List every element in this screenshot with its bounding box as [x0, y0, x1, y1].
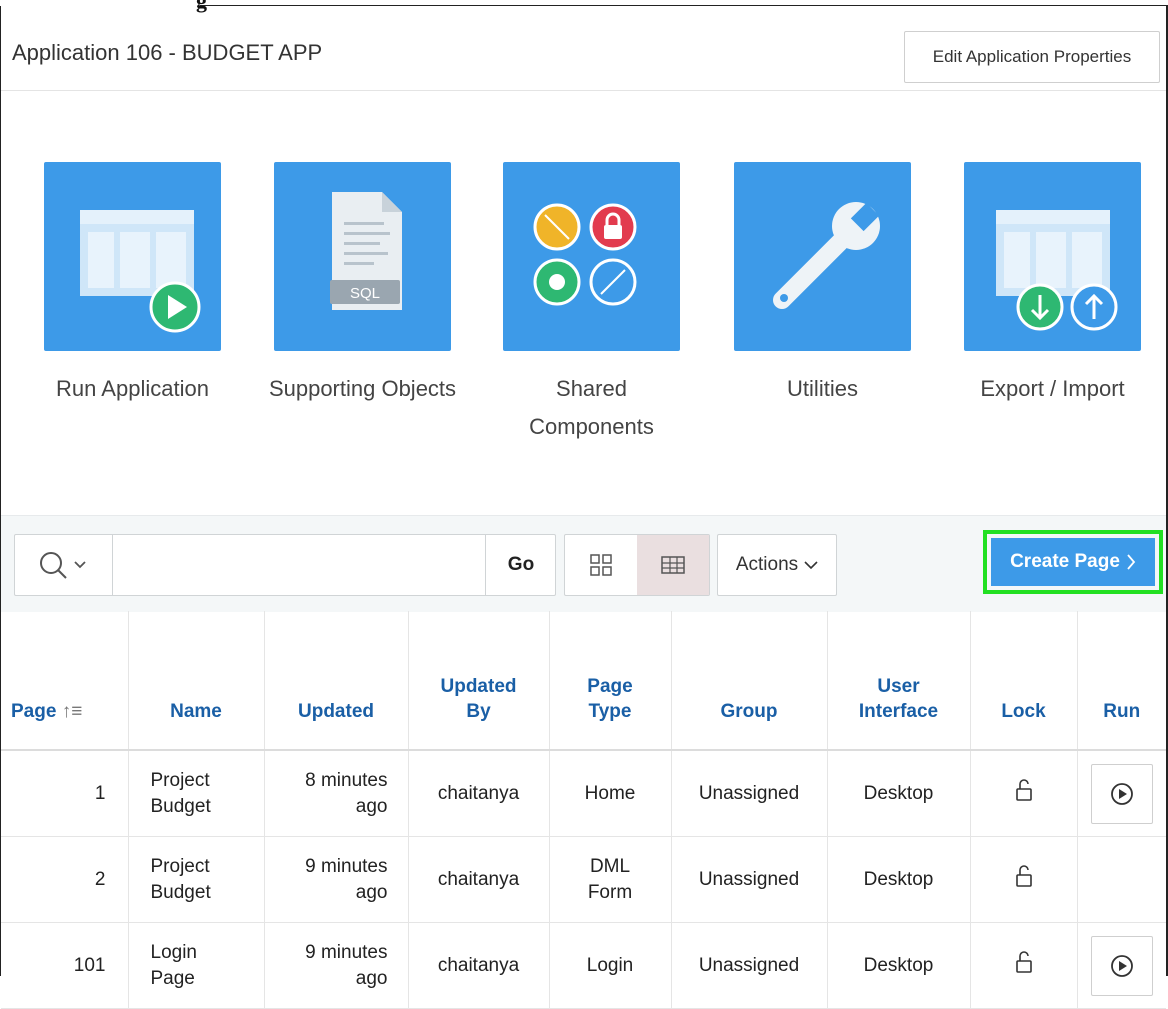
supporting-objects-tile[interactable]: SQL [274, 162, 451, 351]
column-header-page-type[interactable]: Page Type [549, 611, 672, 751]
page-name-link[interactable]: Project Budget [128, 836, 265, 923]
sql-badge-text: SQL [350, 285, 380, 302]
report-view-button[interactable] [637, 535, 709, 595]
export-import-label: Export / Import [980, 376, 1125, 401]
page-name-link[interactable]: Project Budget [128, 750, 265, 837]
play-icon [1110, 782, 1133, 805]
report-toolbar: Go Actions Create Page [1, 515, 1166, 612]
grid-view-icon [590, 554, 612, 576]
chevron-down-icon [804, 561, 818, 570]
run-cell [1077, 836, 1166, 923]
supporting-objects-label: Supporting Objects [268, 376, 457, 401]
utilities-label: Utilities [787, 376, 858, 401]
search-input[interactable] [113, 535, 487, 595]
shared-components-label-line2: Components [529, 414, 654, 439]
column-header-updated[interactable]: Updated [264, 611, 409, 751]
run-page-button[interactable] [1090, 763, 1153, 824]
page-number: 101 [1, 922, 129, 1009]
search-bar: Go [14, 534, 556, 596]
pages-table: Page ↑≡ Name Updated Updated By Page Type … [1, 611, 1166, 1009]
unlock-icon [1015, 778, 1032, 801]
table-row: 1 Project Budget 8 minutes ago chaitanya H… [1, 750, 1166, 837]
edit-application-properties-button[interactable]: Edit Application Properties [904, 31, 1160, 83]
actions-label: Actions [735, 554, 799, 575]
wrench-icon [773, 202, 880, 309]
page-title: Application 106 - BUDGET APP [12, 40, 323, 65]
page-type-cell: DML Form [549, 836, 672, 923]
view-toggle [564, 534, 710, 596]
go-button[interactable]: Go [485, 535, 556, 595]
updated-cell: 8 minutes ago [264, 750, 409, 837]
sort-ascending-icon: ↑≡ [61, 701, 83, 722]
page-type-cell: Login [549, 922, 672, 1009]
sql-file-icon: SQL [330, 192, 402, 310]
column-header-user-interface[interactable]: User Interface [827, 611, 971, 751]
updated-by-cell: chaitanya [408, 922, 550, 1009]
group-link[interactable]: Unassigned [671, 836, 828, 923]
chevron-down-icon [74, 561, 86, 569]
column-header-name[interactable]: Name [128, 611, 265, 751]
updated-cell: 9 minutes ago [264, 836, 409, 923]
create-page-button[interactable]: Create Page [991, 538, 1155, 586]
updated-cell: 9 minutes ago [264, 922, 409, 1009]
column-header-page[interactable]: Page ↑≡ [1, 611, 129, 751]
column-header-lock[interactable]: Lock [970, 611, 1078, 751]
utilities-tile[interactable] [734, 162, 911, 351]
user-interface-cell: Desktop [827, 922, 971, 1009]
app-header: Application 106 - BUDGET APP Edit Applic… [1, 6, 1166, 91]
chevron-right-icon [1127, 554, 1136, 570]
run-application-icon [80, 210, 201, 333]
create-page-highlight: Create Page [983, 530, 1163, 594]
export-import-tile[interactable] [964, 162, 1141, 351]
application-tiles: Run Application SQL Supporting Objects S… [0, 90, 1166, 515]
shared-components-label-line1: Shared [556, 376, 627, 401]
table-row: 101 Login Page 9 minutes ago chaitanya Log… [1, 922, 1166, 1009]
table-view-icon [661, 556, 685, 574]
page-number: 1 [1, 750, 129, 837]
user-interface-cell: Desktop [827, 750, 971, 837]
updated-by-cell: chaitanya [408, 836, 550, 923]
unlock-icon [1015, 864, 1032, 887]
group-link[interactable]: Unassigned [671, 750, 828, 837]
create-page-label: Create Page [1010, 551, 1120, 572]
unlock-icon [1015, 950, 1032, 973]
search-icon [40, 552, 86, 579]
lock-cell[interactable] [970, 836, 1078, 923]
group-link[interactable]: Unassigned [671, 922, 828, 1009]
search-column-menu[interactable] [15, 535, 113, 595]
column-header-run[interactable]: Run [1077, 611, 1166, 751]
updated-by-cell: chaitanya [408, 750, 550, 837]
page-type-cell: Home [549, 750, 672, 837]
column-header-group[interactable]: Group [671, 611, 828, 751]
column-header-updated-by[interactable]: Updated By [408, 611, 550, 751]
play-icon [1110, 954, 1133, 977]
table-row: 2 Project Budget 9 minutes ago chaitanya D… [1, 836, 1166, 923]
lock-cell[interactable] [970, 750, 1078, 837]
run-application-label: Run Application [56, 376, 209, 401]
page-name-link[interactable]: Login Page [128, 922, 265, 1009]
run-cell [1077, 750, 1166, 837]
lock-cell[interactable] [970, 922, 1078, 1009]
run-application-tile[interactable] [44, 162, 221, 351]
page-number: 2 [1, 836, 129, 923]
shared-components-icon [533, 203, 637, 306]
table-header-row: Page ↑≡ Name Updated Updated By Page Type … [1, 611, 1166, 751]
run-cell [1077, 922, 1166, 1009]
export-import-icon [996, 210, 1118, 331]
shared-components-tile[interactable] [503, 162, 680, 351]
icon-view-button[interactable] [565, 535, 637, 595]
run-page-button[interactable] [1090, 935, 1153, 996]
user-interface-cell: Desktop [827, 836, 971, 923]
actions-menu-button[interactable]: Actions [717, 534, 837, 596]
